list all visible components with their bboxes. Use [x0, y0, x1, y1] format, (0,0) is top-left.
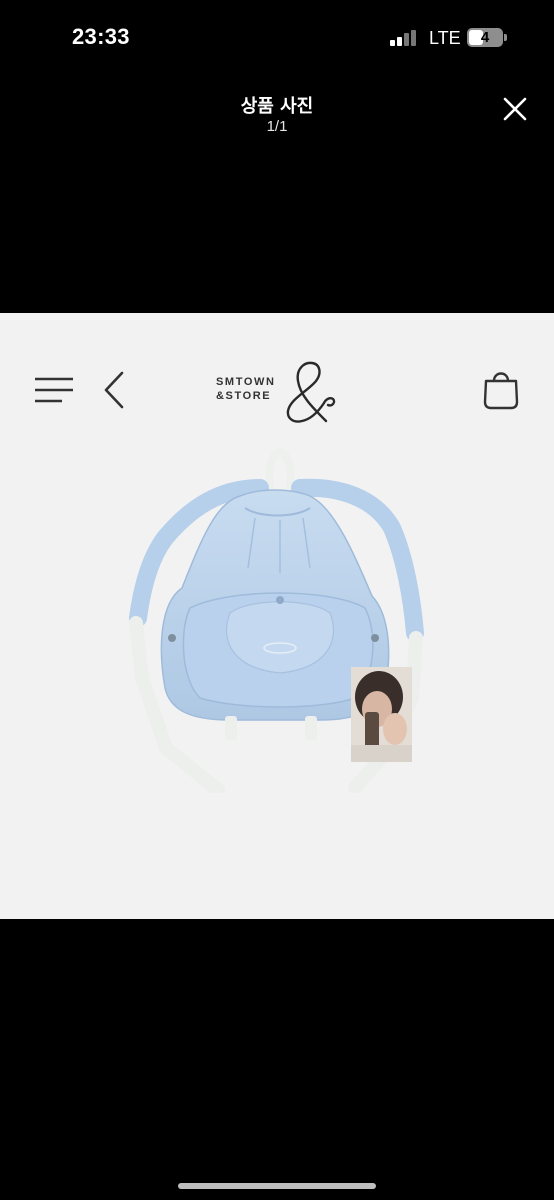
menu-icon	[35, 377, 73, 403]
image-counter: 1/1	[266, 118, 288, 135]
close-button[interactable]	[500, 94, 530, 124]
viewer-title: 상품 사진	[240, 96, 314, 117]
home-indicator[interactable]	[178, 1183, 376, 1189]
brand-name-line2: &STORE	[216, 390, 272, 402]
status-time: 23:33	[72, 24, 130, 49]
shopping-bag-icon	[483, 372, 519, 410]
battery-level: 4	[480, 29, 490, 46]
photocard-image	[351, 667, 412, 762]
network-type: LTE	[429, 28, 461, 48]
brand-logo: SMTOWN &STORE	[216, 359, 340, 425]
signal-strength-icon	[390, 30, 420, 46]
status-bar: 23:33 LTE 4	[0, 0, 554, 80]
ampersand-logo-icon	[286, 361, 336, 423]
product-photo[interactable]: SMTOWN &STORE	[0, 313, 554, 919]
back-icon	[104, 371, 124, 409]
battery-icon: 4	[467, 28, 503, 47]
brand-name-line1: SMTOWN	[216, 376, 276, 388]
close-icon	[503, 97, 527, 121]
